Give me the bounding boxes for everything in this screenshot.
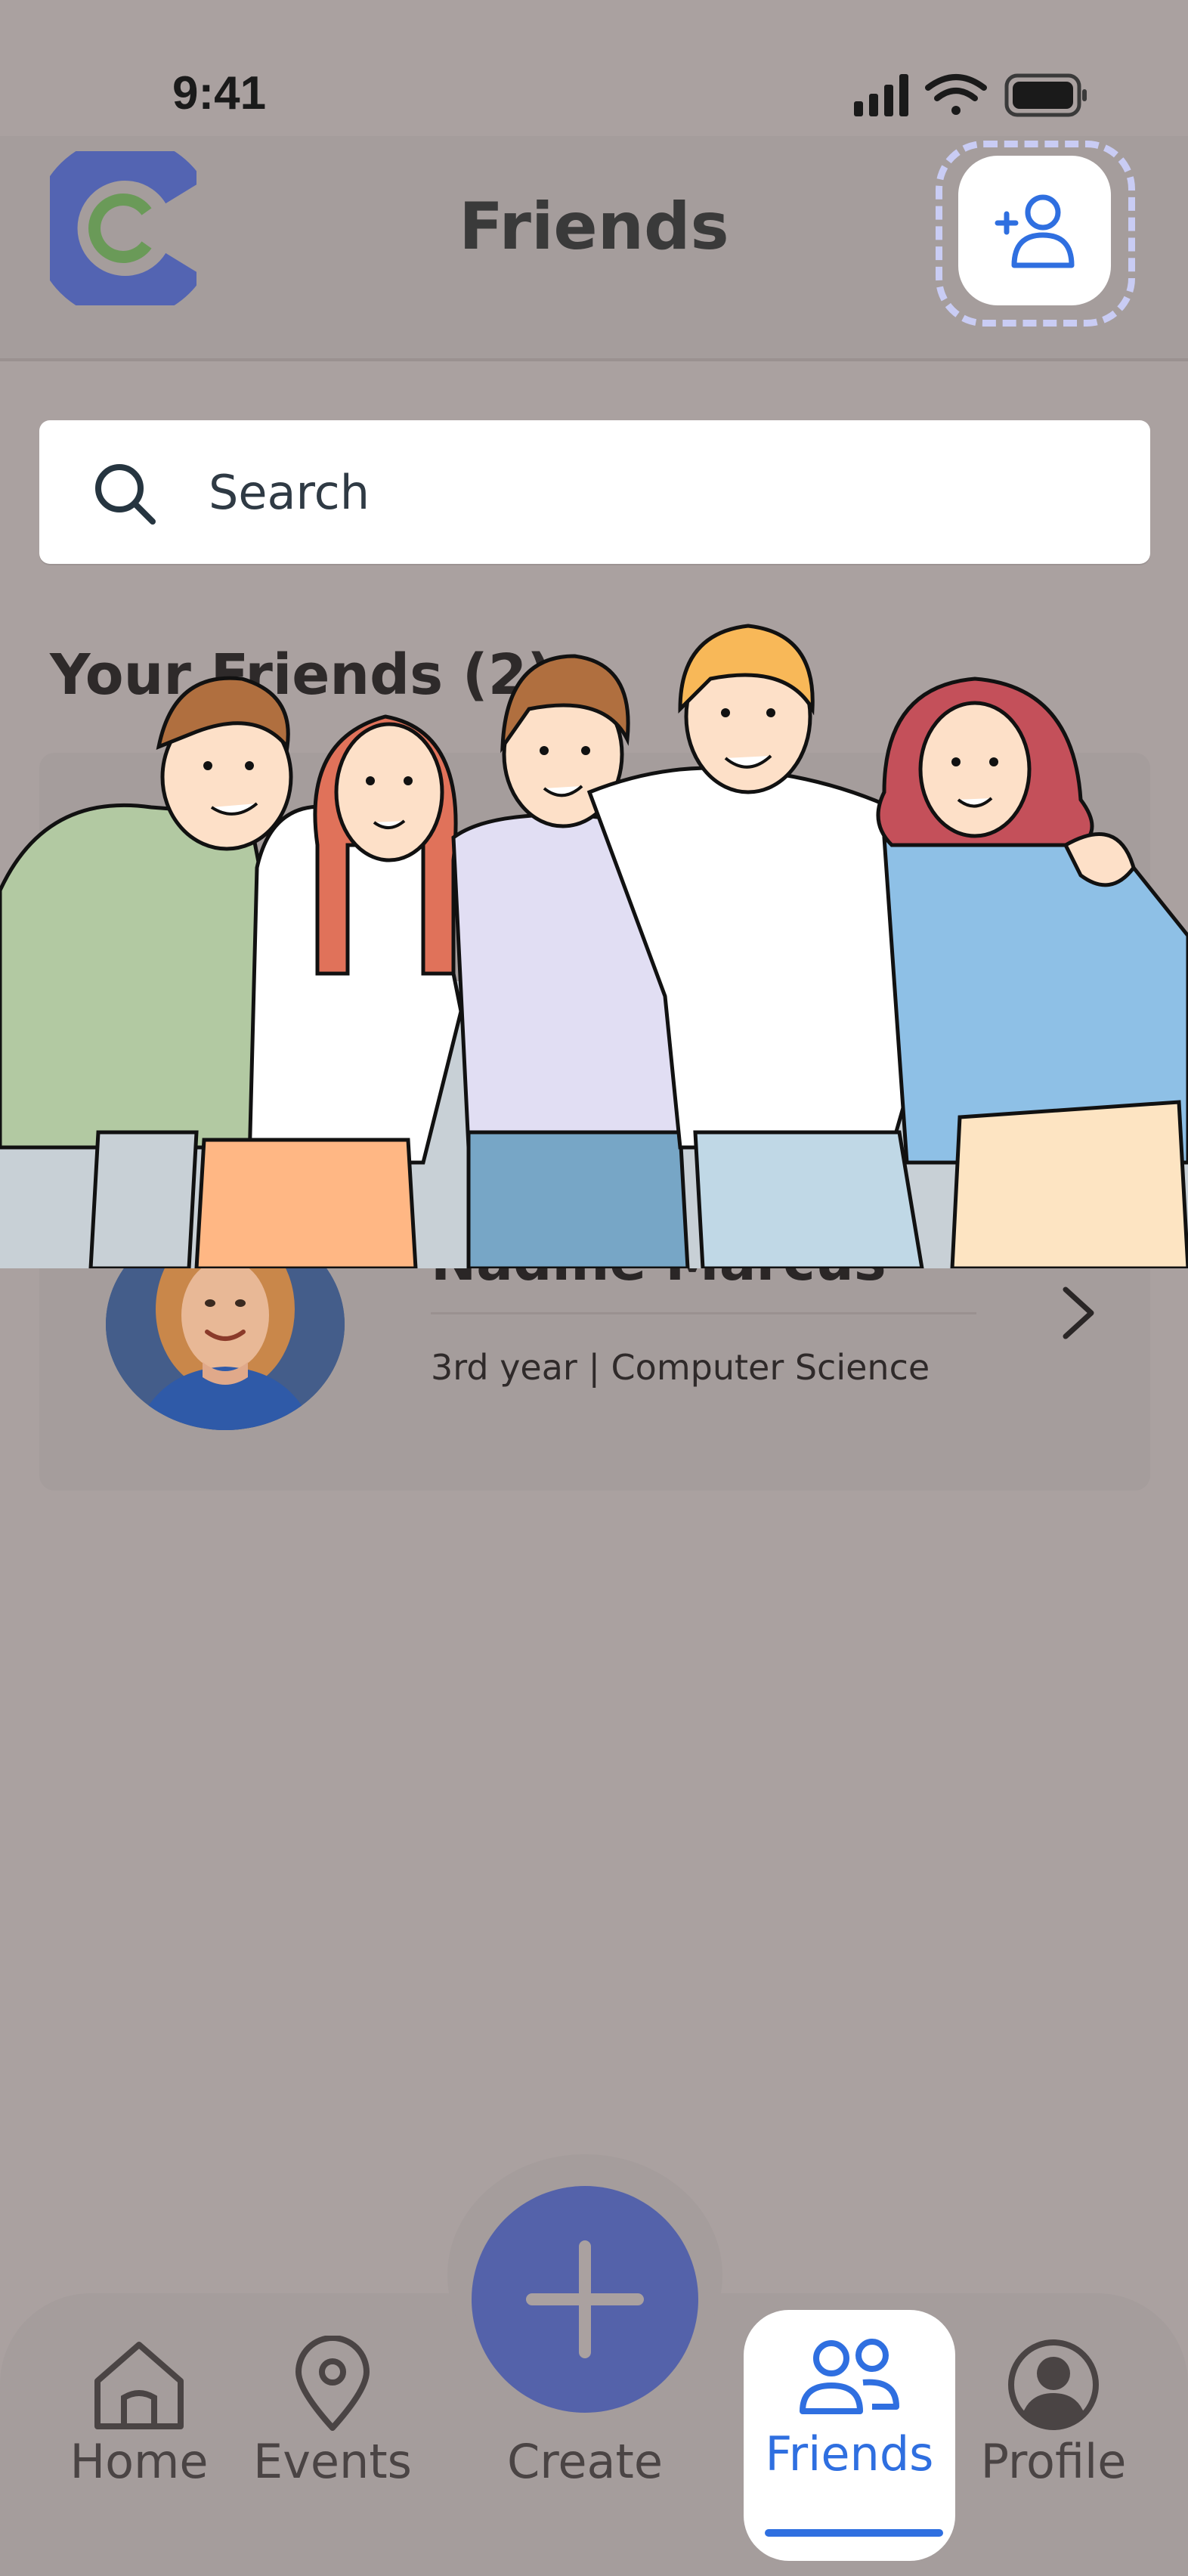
tab-label: Events — [253, 2434, 412, 2489]
create-button[interactable] — [472, 2186, 698, 2413]
tab-label: Create — [506, 2434, 663, 2489]
search-input[interactable] — [209, 450, 1115, 534]
location-pin-icon — [295, 2336, 370, 2431]
wifi-icon — [925, 74, 987, 115]
profile-icon — [1008, 2339, 1099, 2430]
friends-screen: 9:41 Friends Search Your Friends (2) 3rd… — [0, 0, 1188, 2576]
status-icons — [854, 73, 1087, 117]
friend-divider — [431, 1312, 976, 1314]
friend-details: 3rd year | Computer Science — [431, 1347, 930, 1388]
tab-label: Profile — [980, 2434, 1127, 2489]
add-friend-button[interactable] — [958, 156, 1111, 305]
tab-home[interactable]: Home — [63, 2336, 215, 2489]
tab-friends[interactable]: Friends — [751, 2336, 948, 2482]
active-tab-indicator — [765, 2529, 943, 2537]
tab-label: Friends — [765, 2426, 934, 2482]
header-divider — [0, 358, 1188, 361]
plus-icon — [526, 2240, 644, 2358]
chevron-right-icon — [1063, 1286, 1094, 1339]
cellular-signal-icon — [854, 74, 908, 116]
search-icon — [95, 464, 156, 525]
home-icon — [94, 2342, 184, 2429]
battery-icon — [1004, 73, 1087, 117]
tab-events[interactable]: Events — [249, 2336, 416, 2489]
friends-icon — [800, 2339, 899, 2414]
tab-create-label[interactable]: Create — [491, 2434, 679, 2489]
friends-group-illustration — [0, 624, 1188, 1268]
status-bar: 9:41 — [0, 0, 1188, 136]
add-user-icon — [995, 194, 1075, 268]
search-bar[interactable] — [39, 420, 1150, 564]
status-time: 9:41 — [172, 67, 267, 119]
tab-profile[interactable]: Profile — [970, 2336, 1137, 2489]
tab-label: Home — [70, 2434, 209, 2489]
